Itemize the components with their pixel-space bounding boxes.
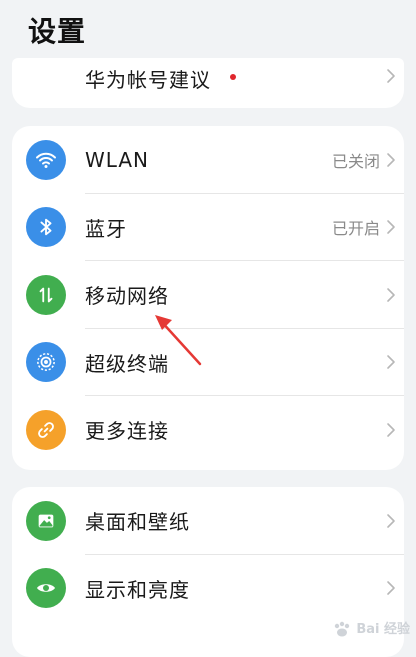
settings-row-label: 桌面和壁纸 [85, 510, 190, 535]
settings-row-label: 移动网络 [85, 284, 169, 309]
connectivity-card: WLAN 已关闭 蓝牙 已开启 移动网络 超级终端 更多连接 [12, 126, 404, 470]
mobile-network-icon [26, 274, 66, 315]
settings-row-display-brightness[interactable]: 显示和亮度 [12, 555, 404, 623]
watermark-text: Bai 经验 [356, 621, 410, 637]
settings-row-label: 超级终端 [85, 351, 169, 376]
settings-row-super-device[interactable]: 超级终端 [12, 329, 404, 396]
super-device-icon [26, 342, 66, 383]
baidu-paw-icon [334, 621, 349, 637]
account-suggestion-row[interactable]: 华为帐号建议 [12, 58, 404, 108]
settings-row-label: 蓝牙 [85, 216, 127, 241]
notification-dot [230, 74, 236, 80]
chevron-right-icon [387, 220, 395, 235]
page-title: 设置 [28, 15, 87, 48]
display-eye-icon [26, 568, 66, 609]
settings-row-label: 显示和亮度 [85, 577, 190, 602]
account-suggestion-label: 华为帐号建议 [85, 68, 211, 92]
bluetooth-icon [26, 207, 66, 248]
settings-row-mobile-network[interactable]: 移动网络 [12, 261, 404, 329]
watermark: Bai 经验 [332, 618, 410, 639]
wlan-status: 已关闭 [331, 151, 380, 171]
settings-row-label: 更多连接 [85, 419, 169, 444]
account-card: 华为帐号建议 [12, 58, 404, 108]
wallpaper-icon [26, 500, 66, 541]
chevron-right-icon [387, 581, 395, 596]
chevron-right-icon [387, 287, 395, 302]
link-icon [26, 409, 66, 450]
settings-row-label: WLAN [85, 147, 150, 172]
bluetooth-status: 已开启 [331, 219, 380, 239]
chevron-right-icon [387, 152, 395, 167]
wifi-icon [26, 139, 66, 180]
settings-row-bluetooth[interactable]: 蓝牙 已开启 [12, 194, 404, 261]
settings-row-more-connections[interactable]: 更多连接 [12, 396, 404, 464]
chevron-right-icon [387, 355, 395, 370]
settings-row-wlan[interactable]: WLAN 已关闭 [12, 126, 404, 194]
chevron-right-icon [387, 513, 395, 528]
settings-row-wallpaper[interactable]: 桌面和壁纸 [12, 487, 404, 555]
chevron-right-icon [387, 69, 395, 83]
chevron-right-icon [387, 422, 395, 437]
